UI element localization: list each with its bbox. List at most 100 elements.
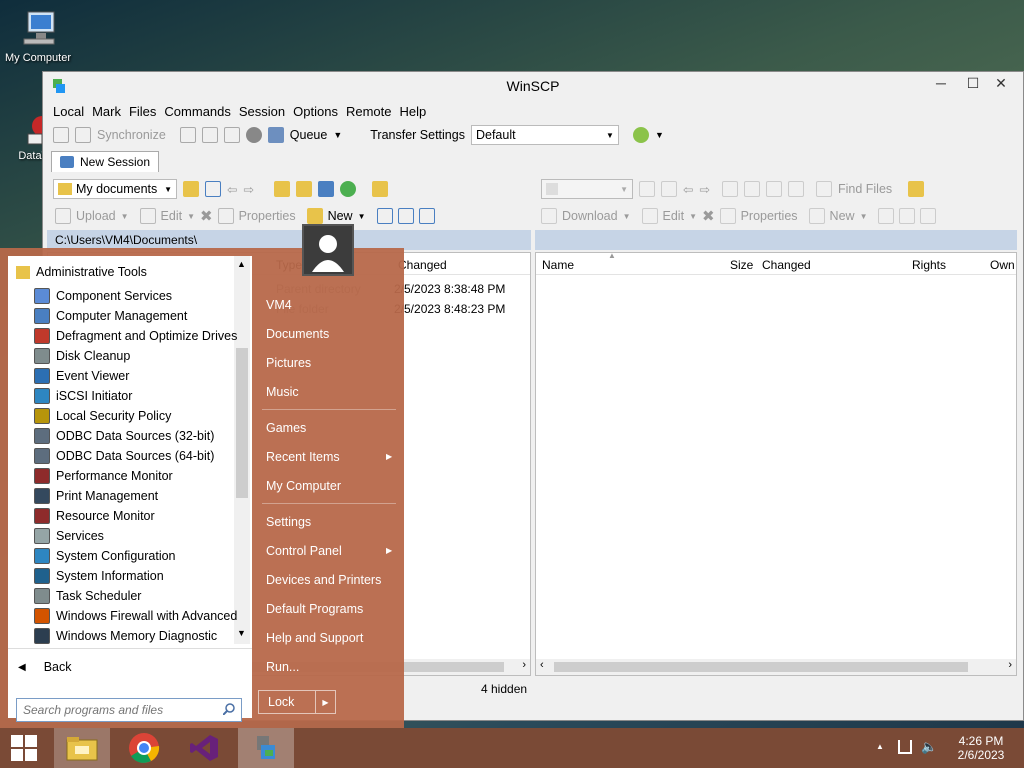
refresh-icon[interactable]	[339, 181, 356, 197]
chevron-left-icon[interactable]: ‹	[540, 659, 544, 671]
right-hscrollbar[interactable]: ‹ ›	[536, 659, 1016, 675]
filter-select-icon[interactable]	[920, 208, 937, 224]
chevron-up-icon[interactable]: ▲	[237, 259, 246, 269]
taskbar-file-explorer[interactable]	[54, 728, 110, 768]
rename-icon[interactable]	[719, 208, 736, 224]
program-item[interactable]: Task Scheduler	[34, 586, 141, 606]
delete-icon[interactable]: ✖	[702, 207, 715, 225]
open-folder-icon[interactable]	[639, 181, 655, 197]
menu-local[interactable]: Local	[53, 104, 84, 119]
start-item-run[interactable]: Run...	[266, 660, 299, 674]
taskbar-chrome[interactable]	[116, 728, 172, 768]
properties-button[interactable]: Properties	[239, 209, 296, 223]
back-arrow-icon[interactable]: ⇦	[683, 182, 693, 197]
tree-toggle-icon[interactable]	[908, 181, 925, 197]
filter-select-icon[interactable]	[418, 208, 435, 224]
program-item[interactable]: Event Viewer	[34, 366, 129, 386]
download-button[interactable]: Download	[562, 209, 618, 223]
column-name[interactable]: Name	[542, 258, 574, 272]
sync-browse-icon[interactable]	[75, 127, 91, 143]
chevron-down-icon[interactable]: ▼	[121, 212, 129, 221]
avatar[interactable]	[302, 224, 354, 276]
gear-icon[interactable]	[245, 127, 262, 143]
column-size[interactable]: Size	[730, 258, 753, 272]
program-item[interactable]: Services	[34, 526, 104, 546]
refresh-icon[interactable]	[787, 181, 804, 197]
select-all-icon[interactable]	[878, 208, 895, 224]
root-dir-icon[interactable]	[295, 181, 312, 197]
start-item-user[interactable]: VM4	[266, 298, 292, 312]
synchronize-button[interactable]: Synchronize	[97, 128, 166, 142]
scroll-thumb[interactable]	[236, 348, 248, 498]
start-item-default-programs[interactable]: Default Programs	[266, 602, 363, 616]
menu-session[interactable]: Session	[239, 104, 285, 119]
queue-button[interactable]: Queue	[290, 128, 328, 142]
find-files-button[interactable]: Find Files	[838, 182, 892, 196]
compare-icon[interactable]	[53, 127, 69, 143]
program-item[interactable]: Computer Management	[34, 306, 187, 326]
transfer-settings-select[interactable]: Default ▼	[470, 125, 619, 145]
column-changed[interactable]: Changed	[398, 258, 447, 272]
delete-icon[interactable]: ✖	[200, 207, 213, 225]
start-item-games[interactable]: Games	[266, 421, 306, 435]
putty-icon[interactable]	[201, 127, 218, 143]
new-button[interactable]: New	[830, 209, 855, 223]
taskbar-visual-studio[interactable]	[176, 728, 232, 768]
minimize-button[interactable]: ─	[925, 72, 957, 94]
column-owner[interactable]: Own	[990, 258, 1015, 272]
properties-button[interactable]: Properties	[741, 209, 798, 223]
console-icon[interactable]	[179, 127, 196, 143]
menu-files[interactable]: Files	[129, 104, 156, 119]
start-item-music[interactable]: Music	[266, 385, 299, 399]
start-item-documents[interactable]: Documents	[266, 327, 329, 341]
menu-mark[interactable]: Mark	[92, 104, 121, 119]
chevron-down-icon[interactable]: ▼	[623, 212, 631, 221]
network-icon[interactable]	[898, 740, 912, 754]
home-icon[interactable]	[317, 181, 334, 197]
unselect-icon[interactable]	[899, 208, 916, 224]
select-all-icon[interactable]	[376, 208, 393, 224]
right-location-select[interactable]: ▼	[541, 179, 633, 199]
unselect-icon[interactable]	[397, 208, 414, 224]
open-folder-icon[interactable]	[183, 181, 199, 197]
start-item-help[interactable]: Help and Support	[266, 631, 363, 645]
chevron-down-icon[interactable]: ▼	[689, 212, 697, 221]
column-changed[interactable]: Changed	[762, 258, 811, 272]
program-item[interactable]: Local Security Policy	[34, 406, 171, 426]
close-button[interactable]: ✕	[979, 72, 1023, 94]
left-path-bar[interactable]: C:\Users\VM4\Documents\	[47, 230, 531, 250]
programs-folder[interactable]: Administrative Tools	[16, 265, 147, 279]
chevron-right-icon[interactable]: ›	[522, 659, 526, 671]
preferences-icon[interactable]	[223, 127, 240, 143]
taskbar-winscp[interactable]	[238, 728, 294, 768]
filter-icon[interactable]	[205, 181, 221, 197]
program-item[interactable]: System Configuration	[34, 546, 176, 566]
edit-button[interactable]: Edit	[161, 209, 183, 223]
root-dir-icon[interactable]	[743, 181, 760, 197]
program-item[interactable]: Disk Cleanup	[34, 346, 130, 366]
back-arrow-icon[interactable]: ⇦	[227, 182, 237, 197]
forward-arrow-icon[interactable]: ⇨	[699, 182, 709, 197]
start-item-pictures[interactable]: Pictures	[266, 356, 311, 370]
chevron-right-icon[interactable]: ›	[1008, 659, 1012, 671]
parent-dir-icon[interactable]	[721, 181, 738, 197]
right-path-bar[interactable]	[535, 230, 1017, 250]
chevron-right-icon[interactable]: ▶	[315, 691, 335, 713]
start-item-devices[interactable]: Devices and Printers	[266, 573, 381, 587]
show-hidden-icons-icon[interactable]: ▲	[876, 742, 884, 751]
program-item[interactable]: Print Management	[34, 486, 158, 506]
start-item-settings[interactable]: Settings	[266, 515, 311, 529]
left-location-select[interactable]: My documents ▼	[53, 179, 177, 199]
program-item[interactable]: Component Services	[34, 286, 172, 306]
program-item[interactable]: Windows Firewall with Advanced	[34, 606, 237, 626]
edit-button[interactable]: Edit	[663, 209, 685, 223]
search-box[interactable]	[16, 698, 242, 722]
globe-icon[interactable]	[632, 127, 649, 143]
new-button[interactable]: New	[328, 209, 353, 223]
program-item[interactable]: Resource Monitor	[34, 506, 155, 526]
program-item[interactable]: Performance Monitor	[34, 466, 173, 486]
chevron-down-icon[interactable]: ▼	[333, 130, 342, 140]
chevron-down-icon[interactable]: ▼	[358, 212, 366, 221]
program-item[interactable]: Defragment and Optimize Drives	[34, 326, 237, 346]
menu-remote[interactable]: Remote	[346, 104, 392, 119]
